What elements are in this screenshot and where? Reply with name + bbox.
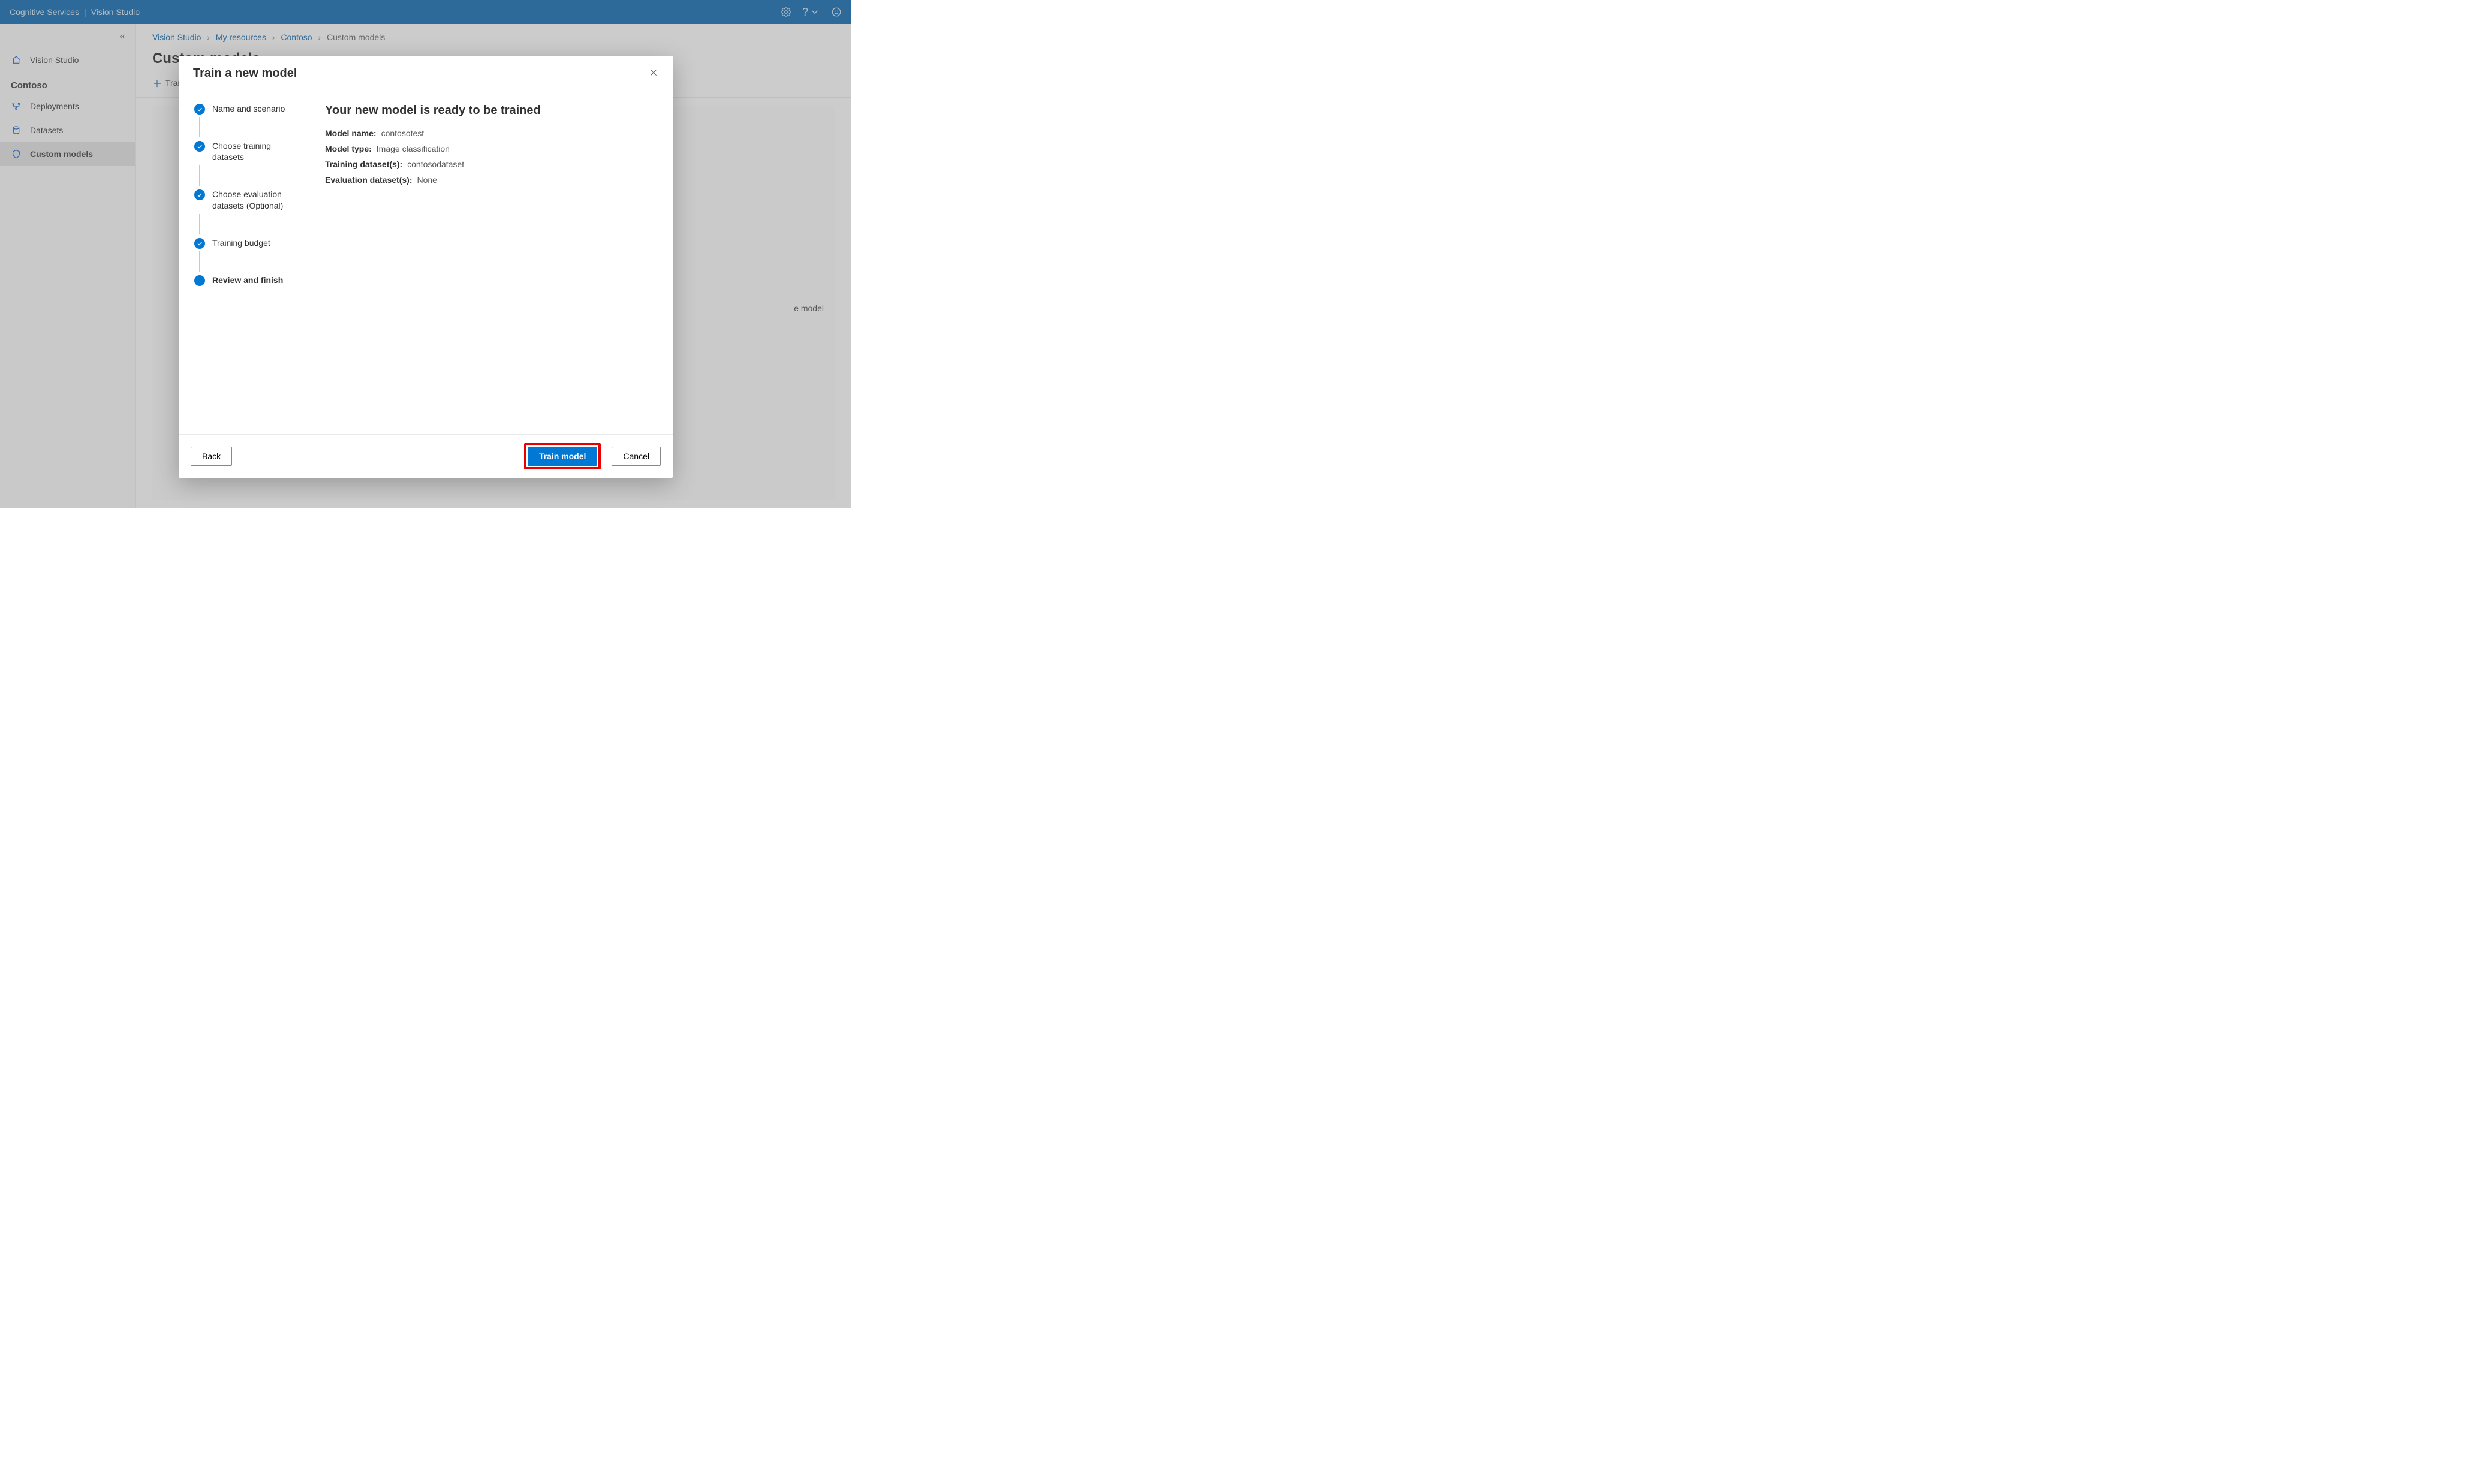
review-panel: Your new model is ready to be trained Mo…	[308, 89, 673, 434]
train-model-dialog: Train a new model Name and scenario Choo…	[179, 56, 673, 478]
step-current-icon	[194, 275, 205, 286]
step-connector	[199, 251, 200, 272]
review-value: contosodataset	[407, 159, 464, 169]
step-check-icon	[194, 104, 205, 115]
review-key: Training dataset(s):	[325, 159, 402, 169]
step-connector	[199, 165, 200, 186]
review-key: Model type:	[325, 144, 372, 153]
review-value: contosotest	[381, 128, 425, 138]
close-icon[interactable]	[649, 68, 658, 79]
review-key: Model name:	[325, 128, 377, 138]
review-title: Your new model is ready to be trained	[325, 104, 656, 118]
dialog-title: Train a new model	[193, 67, 297, 80]
wizard-step[interactable]: Choose evaluation datasets (Optional)	[194, 188, 302, 212]
step-label: Review and finish	[212, 274, 283, 286]
step-connector	[199, 214, 200, 234]
review-row: Evaluation dataset(s): None	[325, 175, 656, 185]
wizard-step[interactable]: Training budget	[194, 237, 302, 249]
step-connector	[199, 117, 200, 137]
review-row: Model name: contosotest	[325, 128, 656, 138]
step-check-icon	[194, 238, 205, 249]
review-value: None	[417, 175, 437, 185]
wizard-step[interactable]: Name and scenario	[194, 103, 302, 115]
train-button-highlight: Train model	[524, 443, 601, 469]
step-label: Choose training datasets	[212, 140, 302, 163]
back-button[interactable]: Back	[191, 447, 232, 466]
review-row: Model type: Image classification	[325, 144, 656, 153]
step-label: Training budget	[212, 237, 270, 249]
step-label: Name and scenario	[212, 103, 285, 115]
review-row: Training dataset(s): contosodataset	[325, 159, 656, 169]
cancel-button[interactable]: Cancel	[612, 447, 661, 466]
step-label: Choose evaluation datasets (Optional)	[212, 188, 302, 212]
wizard-stepper: Name and scenario Choose training datase…	[179, 89, 308, 434]
review-value: Image classification	[377, 144, 450, 153]
wizard-step-current[interactable]: Review and finish	[194, 274, 302, 286]
train-model-button[interactable]: Train model	[528, 447, 598, 466]
step-check-icon	[194, 189, 205, 200]
wizard-step[interactable]: Choose training datasets	[194, 140, 302, 163]
review-key: Evaluation dataset(s):	[325, 175, 412, 185]
step-check-icon	[194, 141, 205, 152]
